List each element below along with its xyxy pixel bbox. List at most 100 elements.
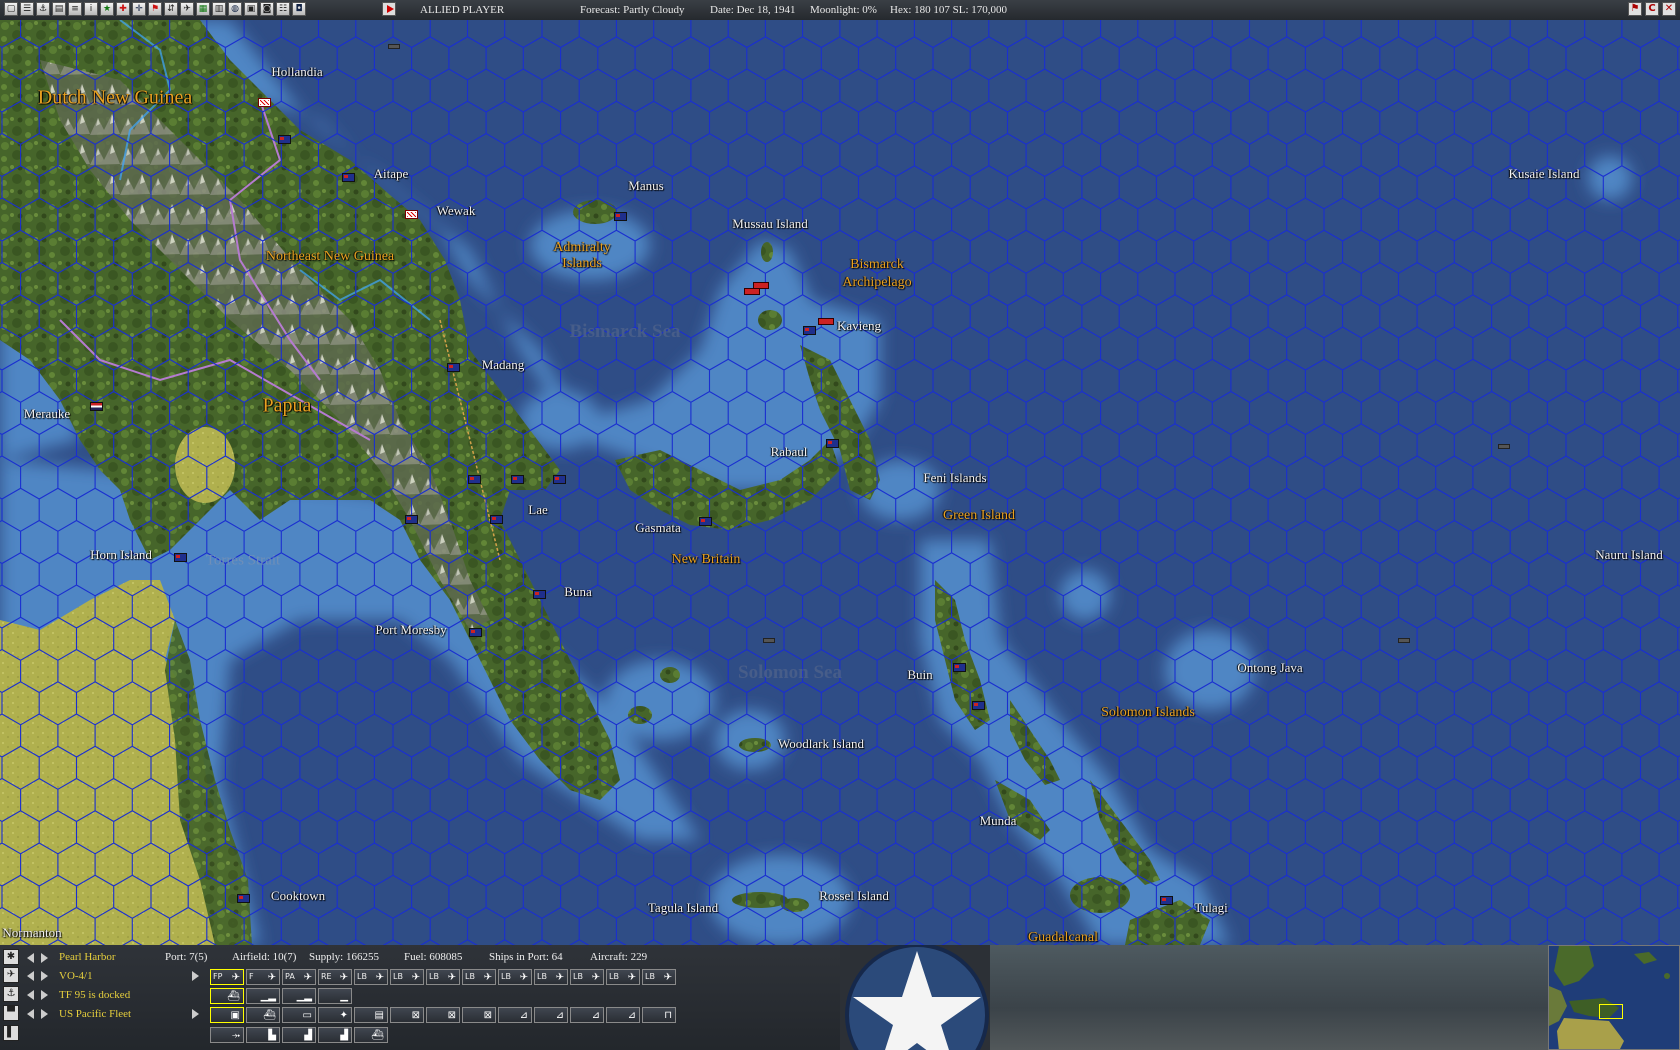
- ship-class-button[interactable]: ▁▂: [246, 988, 280, 1004]
- end-turn-play-button[interactable]: [382, 2, 396, 16]
- tf-type-button[interactable]: ⤞: [210, 1027, 244, 1043]
- globe-icon[interactable]: ◍: [228, 2, 242, 16]
- place-label-rossel-island[interactable]: Rossel Island: [819, 888, 889, 904]
- star-icon[interactable]: ★: [100, 2, 114, 16]
- air-group-type-button[interactable]: LB ✈: [642, 969, 676, 985]
- place-label-tulagi[interactable]: Tulagi: [1194, 900, 1227, 916]
- combat-report-button[interactable]: C: [1645, 2, 1659, 16]
- air-group-type-button[interactable]: F ✈: [246, 969, 280, 985]
- ship-class-button[interactable]: ⛴: [210, 988, 244, 1004]
- air-group-type-button[interactable]: RE ✈: [318, 969, 352, 985]
- place-label-port-moresby[interactable]: Port Moresby: [375, 622, 446, 638]
- aircraft-icon[interactable]: ✈: [180, 2, 194, 16]
- leaders-icon[interactable]: ≡: [68, 2, 82, 16]
- base-name[interactable]: Pearl Harbor: [59, 951, 116, 963]
- australian-base-flag-icon[interactable]: [174, 553, 187, 562]
- target-icon[interactable]: ✛: [132, 2, 146, 16]
- place-label-rabaul[interactable]: Rabaul: [771, 444, 808, 460]
- hq-icon[interactable]: ▀: [3, 1005, 19, 1021]
- base-list-icon[interactable]: ☰: [20, 2, 34, 16]
- place-label-normanton[interactable]: Normanton: [2, 925, 61, 941]
- australian-base-flag-icon[interactable]: [278, 135, 291, 144]
- selected-air-unit[interactable]: VO-4/1: [59, 970, 93, 982]
- place-label-lae[interactable]: Lae: [528, 502, 547, 518]
- tf-type-button[interactable]: ▙: [246, 1027, 280, 1043]
- australian-base-flag-icon[interactable]: [447, 363, 460, 372]
- window-icon[interactable]: ◘: [292, 2, 306, 16]
- ship-class-button[interactable]: ▁: [318, 988, 352, 1004]
- air-group-type-button[interactable]: LB ✈: [534, 969, 568, 985]
- flag-toggle-icon[interactable]: ⚑: [1628, 2, 1642, 16]
- expand-unit-arrow-icon[interactable]: [192, 971, 199, 981]
- info-panel-icon[interactable]: ▌: [3, 1025, 19, 1041]
- place-label-madang[interactable]: Madang: [482, 357, 525, 373]
- place-label-kusaie-island[interactable]: Kusaie Island: [1508, 166, 1579, 182]
- place-label-horn-island[interactable]: Horn Island: [90, 547, 152, 563]
- base-icon[interactable]: ✱: [3, 949, 19, 965]
- next-base-arrow-icon[interactable]: [41, 953, 48, 963]
- australian-base-flag-icon[interactable]: [699, 517, 712, 526]
- mini-map[interactable]: [1548, 945, 1680, 1050]
- enemy-task-force-icon[interactable]: [744, 288, 760, 295]
- air-group-type-button[interactable]: LB ✈: [570, 969, 604, 985]
- air-group-type-button[interactable]: LB ✈: [606, 969, 640, 985]
- hq-x-button[interactable]: ⊠: [426, 1007, 460, 1023]
- australian-base-flag-icon[interactable]: [1160, 896, 1173, 905]
- next-tf-arrow-icon[interactable]: [41, 990, 48, 1000]
- hq-list-button[interactable]: ▣: [210, 1007, 244, 1023]
- expand-hq-arrow-icon[interactable]: [192, 1009, 199, 1019]
- unit-list-icon[interactable]: ▢: [4, 2, 18, 16]
- previous-base-arrow-icon[interactable]: [27, 953, 34, 963]
- info-icon[interactable]: i: [84, 2, 98, 16]
- australian-base-flag-icon[interactable]: [972, 701, 985, 710]
- air-group-type-button[interactable]: LB ✈: [426, 969, 460, 985]
- australian-base-flag-icon[interactable]: [511, 475, 524, 484]
- hq-base-button[interactable]: ▤: [354, 1007, 388, 1023]
- map-icon[interactable]: ▣: [244, 2, 258, 16]
- australian-base-flag-icon[interactable]: [953, 663, 966, 672]
- australian-base-flag-icon[interactable]: [553, 475, 566, 484]
- australian-base-flag-icon[interactable]: [469, 628, 482, 637]
- enemy-task-force-icon[interactable]: [753, 282, 769, 289]
- hq-tent-button[interactable]: ⊿: [570, 1007, 604, 1023]
- next-unit-arrow-icon[interactable]: [41, 971, 48, 981]
- hq-x-button[interactable]: ⊠: [390, 1007, 424, 1023]
- task-force-icon[interactable]: ⚓: [3, 986, 19, 1002]
- air-group-type-button[interactable]: LB ✈: [390, 969, 424, 985]
- australian-base-flag-icon[interactable]: [468, 475, 481, 484]
- air-group-type-button[interactable]: LB ✈: [498, 969, 532, 985]
- plus-icon[interactable]: ✚: [116, 2, 130, 16]
- australian-base-flag-icon[interactable]: [490, 515, 503, 524]
- australian-base-flag-icon[interactable]: [342, 173, 355, 182]
- place-label-buin[interactable]: Buin: [907, 667, 932, 683]
- place-label-merauke[interactable]: Merauke: [24, 406, 70, 422]
- close-icon[interactable]: ✕: [1662, 2, 1676, 16]
- hq-units-button[interactable]: ▭: [282, 1007, 316, 1023]
- place-label-gasmata[interactable]: Gasmata: [635, 520, 680, 536]
- previous-tf-arrow-icon[interactable]: [27, 990, 34, 1000]
- australian-base-flag-icon[interactable]: [533, 590, 546, 599]
- ship-class-button[interactable]: ▁▂: [282, 988, 316, 1004]
- place-label-mussau[interactable]: Mussau Island: [732, 216, 807, 232]
- hq-command[interactable]: US Pacific Fleet: [59, 1008, 131, 1020]
- place-label-manus[interactable]: Manus: [628, 178, 663, 194]
- air-group-type-button[interactable]: LB ✈: [462, 969, 496, 985]
- place-label-nauru-island[interactable]: Nauru Island: [1595, 547, 1663, 563]
- hq-x-button[interactable]: ⊠: [462, 1007, 496, 1023]
- allied-task-force-icon[interactable]: [388, 44, 400, 49]
- place-label-ontong-java[interactable]: Ontong Java: [1237, 660, 1302, 676]
- next-hq-arrow-icon[interactable]: [41, 1009, 48, 1019]
- flag-icon[interactable]: ⚑: [148, 2, 162, 16]
- place-label-buna[interactable]: Buna: [564, 584, 591, 600]
- allied-task-force-icon[interactable]: [763, 638, 775, 643]
- reports-icon[interactable]: ▤: [52, 2, 66, 16]
- tf-type-button[interactable]: ▟: [282, 1027, 316, 1043]
- enemy-task-force-icon[interactable]: [818, 318, 834, 325]
- minimap-viewport-rect[interactable]: [1599, 1004, 1623, 1019]
- japanese-unit-icon[interactable]: [258, 98, 271, 107]
- hq-artillery-button[interactable]: ⊓: [642, 1007, 676, 1023]
- japanese-unit-icon[interactable]: [405, 210, 418, 219]
- place-label-feni-islands[interactable]: Feni Islands: [923, 470, 986, 486]
- place-label-kavieng[interactable]: Kavieng: [837, 318, 881, 334]
- camera-icon[interactable]: ◙: [260, 2, 274, 16]
